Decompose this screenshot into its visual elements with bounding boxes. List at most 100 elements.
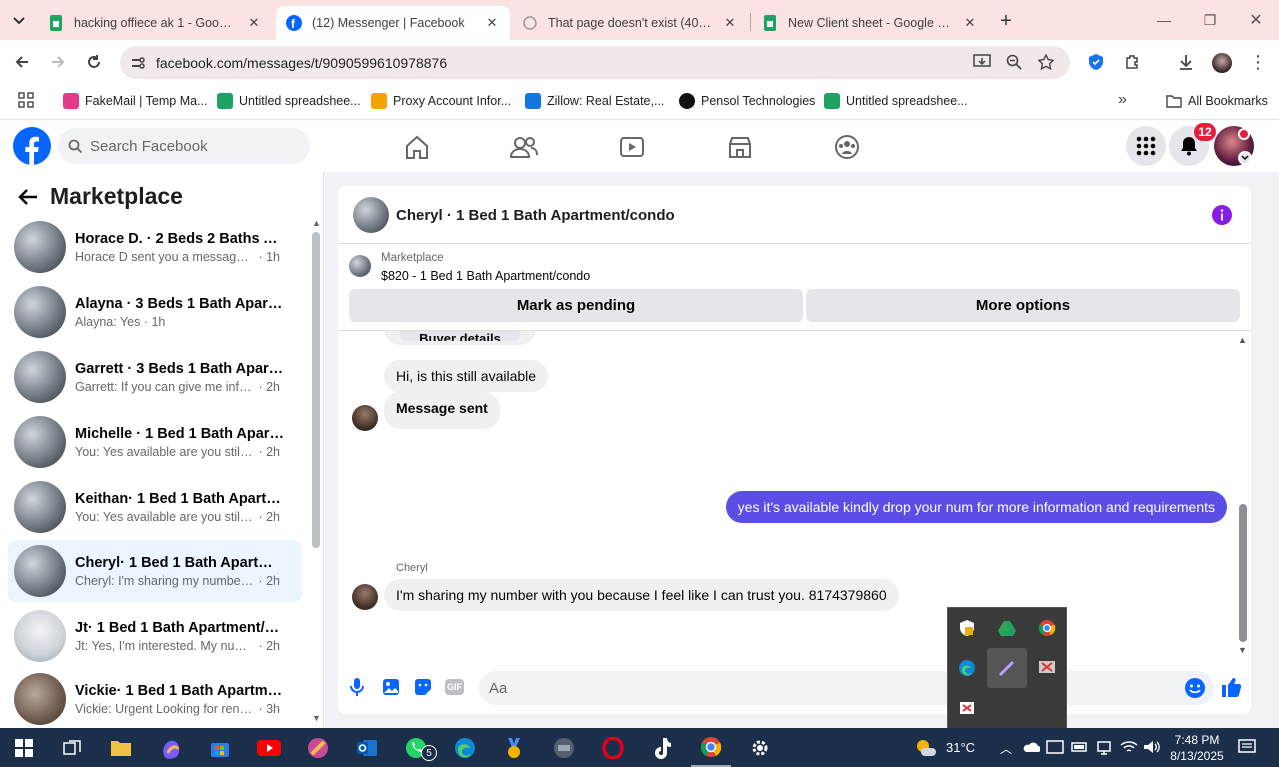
bookmark-fakemail[interactable]: FakeMail | Temp Ma... (63, 91, 208, 111)
profile-avatar[interactable] (1212, 53, 1232, 73)
facebook-search-input[interactable]: Search Facebook (58, 128, 310, 164)
emoji-icon[interactable] (1185, 678, 1205, 698)
conversation-item[interactable]: Michelle · 1 Bed 1 Bath Apartme... You: Y… (8, 411, 302, 473)
wifi-icon[interactable] (1120, 740, 1138, 754)
tab-messenger[interactable]: f (12) Messenger | Facebook ✕ (276, 6, 510, 40)
tiktok-icon[interactable] (642, 728, 682, 767)
restore-icon[interactable]: ❐ (1187, 0, 1233, 40)
sender-avatar[interactable] (352, 584, 378, 610)
tab-404-page[interactable]: That page doesn't exist (404) - I ✕ (512, 6, 748, 40)
friends-nav-icon[interactable] (504, 131, 544, 163)
bookmark-pensol[interactable]: Pensol Technologies (679, 91, 815, 111)
site-info-icon[interactable] (130, 55, 146, 71)
close-icon[interactable]: ✕ (484, 15, 500, 31)
youtube-icon[interactable] (249, 728, 289, 767)
file-explorer-icon[interactable] (101, 728, 141, 767)
windows-start-icon[interactable] (4, 728, 44, 767)
display-icon[interactable] (1096, 740, 1112, 756)
all-bookmarks-folder[interactable]: All Bookmarks (1166, 91, 1268, 111)
edge-tray-icon[interactable] (951, 652, 983, 684)
sticker-icon[interactable] (414, 678, 432, 696)
scroll-up-arrow-icon[interactable]: ▲ (312, 218, 321, 228)
tab-new-client-sheet[interactable]: New Client sheet - Google Shee ✕ (752, 6, 988, 40)
volume-icon[interactable] (1143, 740, 1161, 754)
photo-icon[interactable] (382, 678, 400, 696)
outlook-icon[interactable] (347, 728, 387, 767)
microphone-icon[interactable] (348, 677, 366, 697)
chevron-down-icon[interactable] (1238, 151, 1252, 165)
zoom-icon[interactable] (1000, 48, 1028, 76)
chrome-menu-icon[interactable]: ⋮ (1244, 48, 1272, 76)
chat-listing-avatar[interactable] (353, 197, 389, 233)
conversation-item[interactable]: Garrett · 3 Beds 1 Bath Apartme... Garret… (8, 346, 302, 408)
marketplace-nav-icon[interactable] (720, 131, 760, 163)
conversation-item[interactable]: Alayna · 3 Beds 1 Bath Apartme... Alayna:… (8, 281, 302, 343)
weather-icon[interactable] (913, 736, 937, 758)
google-drive-icon[interactable] (991, 612, 1023, 644)
tray-overflow-chevron-icon[interactable]: ︿ (1000, 740, 1012, 757)
tray-app-icon[interactable] (1046, 739, 1064, 755)
tab-hacking-sheet[interactable]: hacking offiece ak 1 - Google Sh ✕ (38, 6, 272, 40)
close-window-icon[interactable]: ✕ (1233, 0, 1279, 40)
clock-date[interactable]: 8/13/2025 (1167, 749, 1227, 763)
clock-time[interactable]: 7:48 PM (1167, 733, 1227, 747)
close-icon[interactable]: ✕ (962, 15, 978, 31)
bookmark-untitled-spreadsheet-1[interactable]: Untitled spreadshee... (217, 91, 361, 111)
message-input[interactable]: Aa (479, 671, 1214, 705)
tab-search-icon[interactable] (8, 10, 30, 32)
minimize-icon[interactable]: — (1141, 0, 1187, 40)
forward-icon[interactable] (44, 48, 72, 76)
home-nav-icon[interactable] (397, 131, 437, 163)
conversation-item-selected[interactable]: Cheryl· 1 Bed 1 Bath Apartment/... Cheryl… (8, 540, 302, 602)
facebook-logo-icon[interactable] (13, 127, 51, 165)
gif-icon[interactable]: GIF (445, 679, 464, 695)
copilot-icon[interactable] (151, 728, 191, 767)
conversation-item[interactable]: Keithan· 1 Bed 1 Bath Apartment... You: Y… (8, 476, 302, 538)
groups-nav-icon[interactable] (827, 131, 867, 163)
reload-icon[interactable] (80, 48, 108, 76)
scroll-down-arrow-icon[interactable]: ▼ (312, 713, 321, 723)
mark-as-pending-button[interactable]: Mark as pending (349, 289, 803, 322)
chrome-tray-icon[interactable] (1031, 612, 1063, 644)
more-options-button[interactable]: More options (806, 289, 1240, 322)
scroll-up-arrow-icon[interactable]: ▲ (1238, 335, 1247, 345)
extensions-puzzle-icon[interactable] (1118, 48, 1146, 76)
bookmark-proxy-account[interactable]: Proxy Account Infor... (371, 91, 511, 111)
buyer-details-button[interactable]: Buyer details (400, 331, 520, 341)
pen-tool-icon[interactable] (987, 648, 1027, 688)
new-tab-plus-icon[interactable]: + (994, 9, 1018, 33)
onedrive-icon[interactable] (1022, 741, 1040, 753)
bookmark-zillow[interactable]: Zillow: Real Estate,... (525, 91, 664, 111)
battery-icon[interactable] (1071, 740, 1089, 754)
close-icon[interactable]: ✕ (722, 15, 738, 31)
microsoft-store-icon[interactable] (200, 728, 240, 767)
defender-shield-icon[interactable] (951, 612, 983, 644)
conversation-item[interactable]: Jt· 1 Bed 1 Bath Apartment/condo Jt: Yes,… (8, 605, 302, 667)
video-nav-icon[interactable] (612, 131, 652, 163)
disconnected-display-icon[interactable] (1031, 652, 1063, 684)
install-app-icon[interactable] (968, 48, 996, 76)
fancy-app-icon[interactable] (298, 728, 338, 767)
shield-extension-icon[interactable] (1082, 48, 1110, 76)
chat-header-title[interactable]: Cheryl · 1 Bed 1 Bath Apartment/condo (396, 207, 675, 224)
dark-app-icon[interactable] (544, 728, 584, 767)
weather-temperature[interactable]: 31°C (946, 740, 975, 755)
sidebar-scrollbar[interactable] (312, 232, 320, 548)
address-bar[interactable]: facebook.com/messages/t/9090599610978876 (120, 46, 1070, 79)
chat-scrollbar[interactable] (1239, 504, 1247, 642)
like-thumb-icon[interactable] (1220, 676, 1242, 698)
conversation-item[interactable]: Horace D. · 2 Beds 2 Baths Apar... Horace… (8, 216, 302, 278)
opera-icon[interactable] (593, 728, 633, 767)
medal-app-icon[interactable] (494, 728, 534, 767)
listing-price[interactable]: $820 - 1 Bed 1 Bath Apartment/condo (381, 269, 590, 283)
scroll-down-arrow-icon[interactable]: ▼ (1238, 645, 1247, 655)
bookmark-untitled-spreadsheet-2[interactable]: Untitled spreadshee... (824, 91, 968, 111)
settings-gear-icon[interactable] (740, 728, 780, 767)
back-icon[interactable] (8, 48, 36, 76)
info-icon[interactable] (1212, 205, 1232, 225)
security-alert-icon[interactable] (951, 692, 983, 724)
bookmark-star-icon[interactable] (1032, 48, 1060, 76)
chrome-taskbar-icon[interactable] (691, 728, 731, 767)
back-arrow-icon[interactable] (17, 186, 39, 208)
conversation-item[interactable]: Vickie· 1 Bed 1 Bath Apartment/... Vickie… (8, 670, 302, 728)
